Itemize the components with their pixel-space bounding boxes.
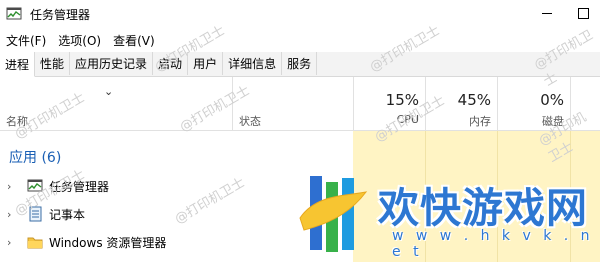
column-memory[interactable]: 内存 <box>426 113 491 129</box>
title-bar: 任务管理器 <box>0 0 600 28</box>
tab-services[interactable]: 服务 <box>282 52 318 75</box>
folder-icon <box>27 237 43 249</box>
process-label: 记事本 <box>49 207 86 222</box>
menu-options[interactable]: 选项(O) <box>52 32 107 49</box>
menu-view[interactable]: 查看(V) <box>107 32 161 49</box>
tab-processes[interactable]: 进程 <box>0 52 36 77</box>
expand-chevron-icon[interactable]: › <box>7 180 17 193</box>
site-logo-url: w w w . h k v k . n e t <box>392 228 594 260</box>
window-title: 任务管理器 <box>30 7 91 22</box>
menu-file[interactable]: 文件(F) <box>0 32 52 49</box>
column-header: ⌄ 名称 状态 15% CPU 45% 内存 0% 磁盘 <box>0 77 600 131</box>
expand-chevron-icon[interactable]: › <box>7 236 17 249</box>
minimize-button[interactable] <box>532 2 562 24</box>
tab-app-history[interactable]: 应用历史记录 <box>70 52 154 75</box>
site-logo-icon <box>299 176 368 252</box>
task-manager-icon <box>6 7 22 20</box>
site-logo-overlay: 欢快游戏网 w w w . h k v k . n e t <box>296 166 600 262</box>
tab-strip: 进程 性能 应用历史记录 启动 用户 详细信息 服务 <box>0 52 600 77</box>
column-status[interactable]: 状态 <box>239 113 261 129</box>
maximize-button[interactable] <box>568 2 598 24</box>
tab-details[interactable]: 详细信息 <box>223 52 283 75</box>
tab-performance[interactable]: 性能 <box>35 52 71 75</box>
disk-percent[interactable]: 0% <box>498 91 564 109</box>
sort-chevron-icon[interactable]: ⌄ <box>104 85 113 98</box>
menu-bar: 文件(F) 选项(O) 查看(V) <box>0 29 600 51</box>
group-apps-header[interactable]: 应用 (6) <box>9 147 61 167</box>
site-logo-title: 欢快游戏网 <box>378 184 588 232</box>
process-label: Windows 资源管理器 <box>49 235 167 250</box>
